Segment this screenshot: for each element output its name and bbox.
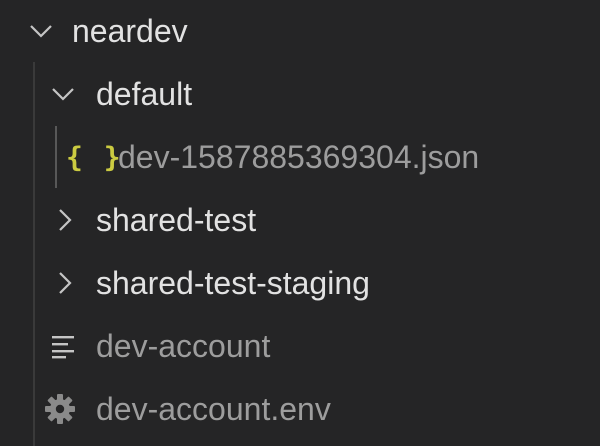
tree-item-label: default — [96, 76, 193, 112]
gear-icon — [45, 394, 75, 424]
tree-item-label: dev-account.env — [96, 391, 331, 427]
tree-item-neardev[interactable]: neardev — [0, 0, 600, 62]
tree-item-dev-account[interactable]: dev-account — [0, 315, 600, 377]
file-explorer-tree: neardev default { } dev-1587885369304.js… — [0, 0, 600, 446]
chevron-down-icon — [30, 25, 52, 38]
tree-item-shared-test-staging[interactable]: shared-test-staging — [0, 252, 600, 314]
tree-item-label: neardev — [72, 13, 188, 49]
tree-item-shared-test[interactable]: shared-test — [0, 189, 600, 251]
tree-item-label: dev-account — [96, 328, 271, 364]
tree-item-default[interactable]: default — [0, 63, 600, 125]
tree-item-label: shared-test — [96, 202, 257, 238]
tree-item-dev-account-env[interactable]: dev-account.env — [0, 378, 600, 440]
tree-item-json-file[interactable]: { } dev-1587885369304.json — [0, 126, 600, 188]
tree-item-label: dev-1587885369304.json — [118, 139, 480, 175]
json-braces-icon: { } — [66, 140, 123, 174]
tree-item-label: shared-test-staging — [96, 265, 370, 301]
chevron-right-icon — [59, 272, 72, 294]
chevron-down-icon — [52, 88, 74, 101]
text-lines-icon — [52, 336, 74, 359]
chevron-right-icon — [59, 209, 72, 231]
